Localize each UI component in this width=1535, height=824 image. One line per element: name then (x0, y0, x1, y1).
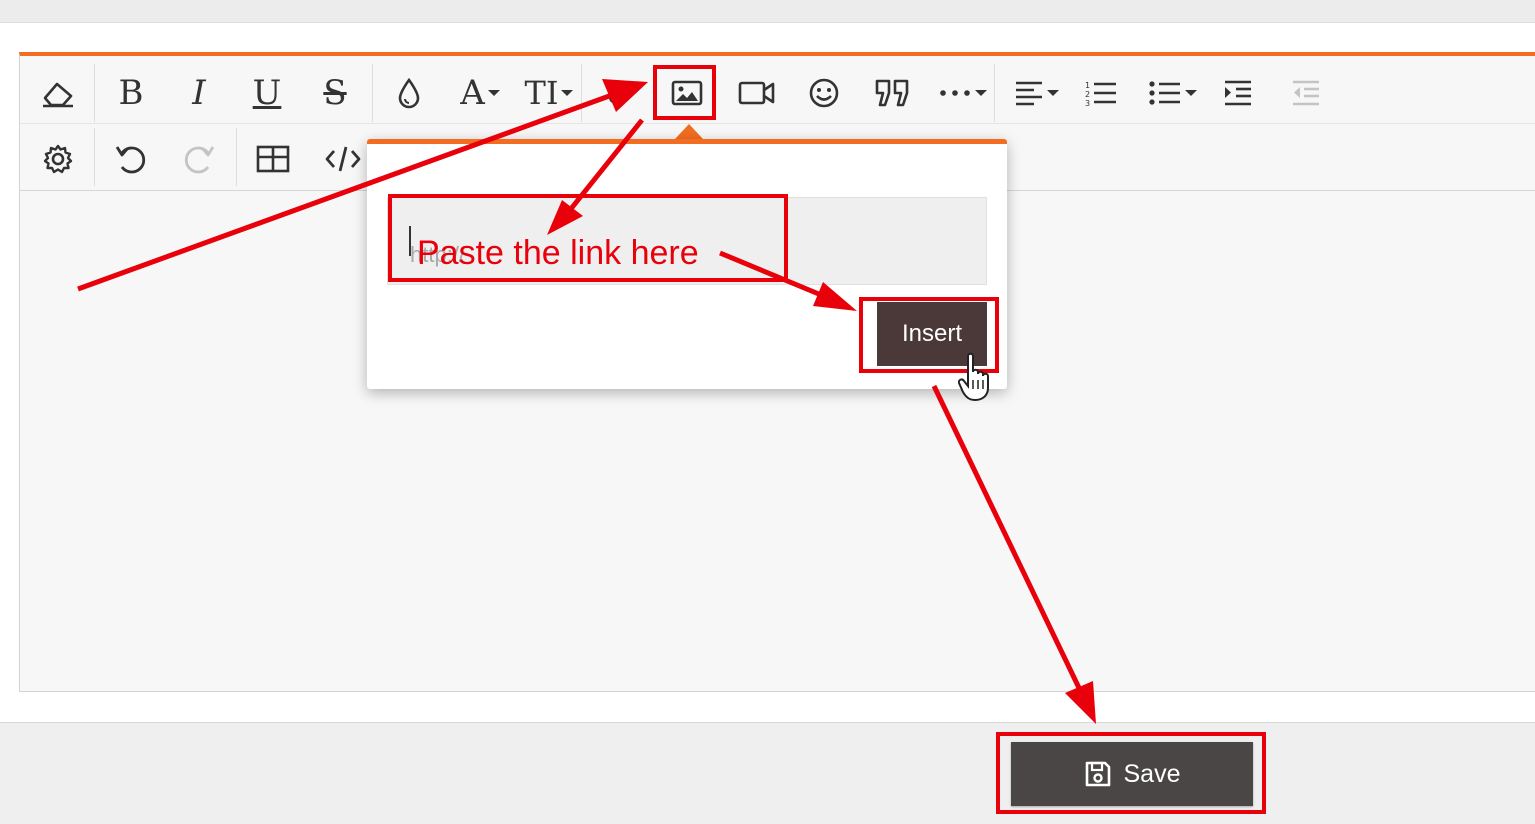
toolbar-separator (581, 64, 582, 122)
svg-text:1: 1 (1085, 81, 1090, 90)
color-drop-icon (398, 77, 420, 109)
chevron-down-icon (974, 90, 987, 96)
chevron-down-icon (1184, 90, 1197, 96)
underline-icon: U (252, 73, 282, 113)
hand-pointer-icon (958, 352, 989, 402)
font-family-button[interactable]: A (450, 70, 510, 116)
settings-button[interactable] (33, 136, 83, 182)
indent-button[interactable] (1213, 70, 1263, 116)
code-view-button[interactable] (318, 136, 368, 182)
popup-pointer (675, 124, 703, 139)
svg-text:3: 3 (1085, 99, 1090, 107)
unordered-list-icon (1148, 81, 1180, 105)
toolbar-separator (236, 128, 237, 186)
toolbar-separator (372, 64, 373, 122)
annotation-paste-hint: Paste the link here (417, 234, 699, 272)
footer-bar (0, 722, 1535, 824)
toolbar-separator (994, 64, 995, 122)
insert-link-button[interactable] (596, 70, 646, 116)
insert-table-button[interactable] (248, 136, 298, 182)
bold-button[interactable]: B (106, 70, 156, 116)
insert-video-button[interactable] (732, 70, 782, 116)
chevron-down-icon (487, 90, 500, 96)
quote-button[interactable] (868, 70, 918, 116)
strikethrough-icon: S (323, 73, 347, 113)
text-color-button[interactable] (384, 70, 434, 116)
align-icon (1015, 81, 1042, 106)
strikethrough-button[interactable]: S (310, 70, 360, 116)
chevron-down-icon (1046, 90, 1059, 96)
indent-icon (1225, 80, 1251, 106)
link-icon (609, 81, 634, 104)
eraser-icon (43, 82, 73, 108)
outdent-icon (1293, 80, 1319, 106)
smiley-icon (809, 78, 839, 108)
annotation-box-image-button (653, 65, 716, 120)
unordered-list-button[interactable] (1140, 70, 1204, 116)
annotation-box-save-button (996, 732, 1266, 814)
redo-button[interactable] (174, 136, 224, 182)
chevron-down-icon (561, 90, 574, 96)
undo-button[interactable] (106, 136, 156, 182)
emoticon-button[interactable] (799, 70, 849, 116)
video-icon (738, 81, 775, 105)
code-icon (325, 146, 361, 172)
italic-button[interactable]: I (174, 70, 224, 116)
gear-icon (43, 144, 73, 174)
toolbar-separator (94, 128, 95, 186)
font-family-icon: A (460, 73, 485, 113)
font-size-icon: TI (524, 74, 559, 112)
bold-icon: B (118, 73, 144, 113)
toolbar-row-divider (20, 123, 1535, 124)
toolbar-separator (94, 64, 95, 122)
undo-icon (115, 146, 146, 174)
outdent-button[interactable] (1281, 70, 1331, 116)
table-icon (256, 145, 290, 173)
ordered-list-icon: 123 (1085, 81, 1116, 107)
underline-button[interactable]: U (242, 70, 292, 116)
more-options-button[interactable] (932, 70, 992, 116)
top-strip (0, 0, 1535, 23)
redo-icon (184, 146, 215, 174)
svg-text:2: 2 (1085, 90, 1090, 99)
more-icon (939, 90, 970, 96)
ordered-list-button[interactable]: 123 (1076, 70, 1126, 116)
clear-format-button[interactable] (33, 70, 83, 116)
alignment-button[interactable] (1006, 70, 1066, 116)
italic-icon: I (192, 73, 206, 113)
font-size-button[interactable]: TI (517, 70, 581, 116)
quote-icon (875, 79, 909, 107)
